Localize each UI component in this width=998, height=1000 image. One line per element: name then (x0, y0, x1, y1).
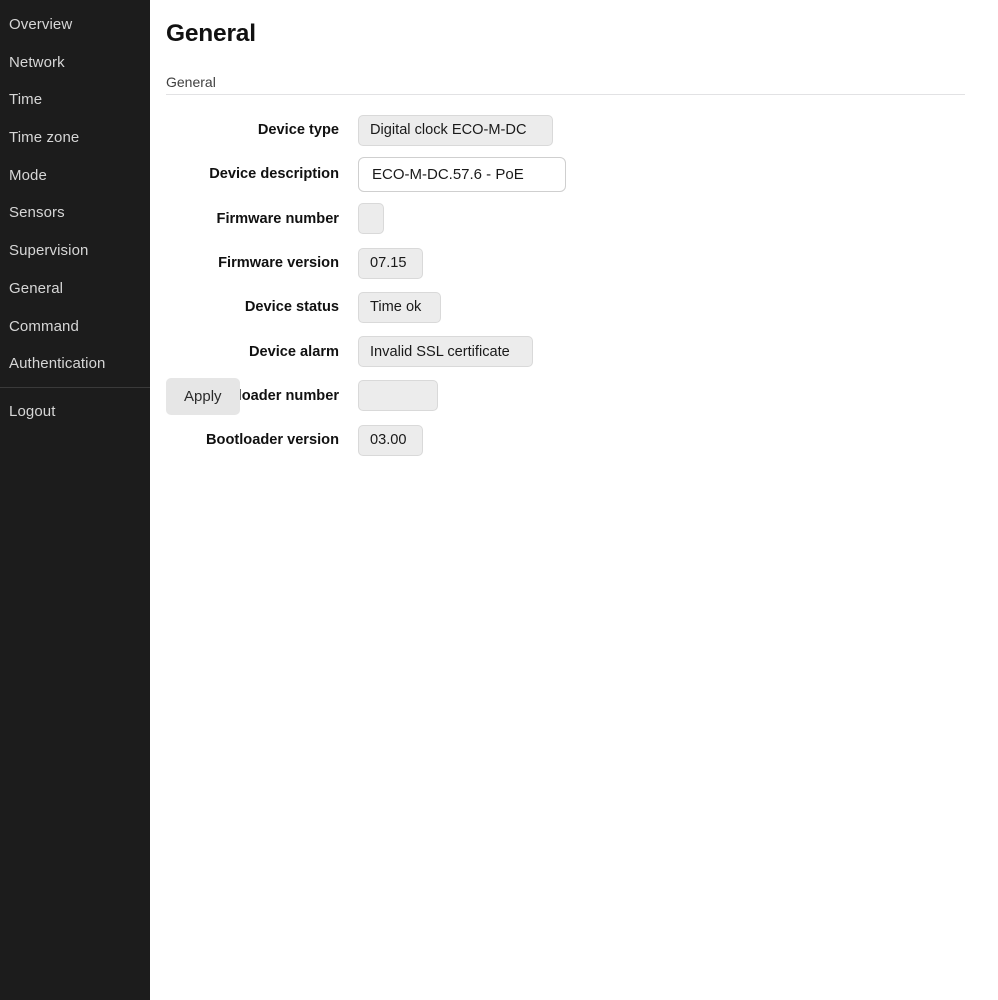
field-label: Device alarm (248, 343, 339, 360)
field-value-device-description[interactable]: ECO-M-DC.57.6 - PoE (358, 156, 566, 192)
sidebar-item-mode[interactable]: Mode (0, 157, 150, 195)
field-label: Device type (257, 122, 339, 139)
form-row: Firmware number (150, 197, 998, 241)
form-actions: Apply (166, 378, 240, 415)
form-row: Bootloader number (150, 374, 998, 418)
field-value-bootloader-number (358, 380, 438, 412)
field-label: Device status (244, 299, 339, 316)
field-value-device-alarm: Invalid SSL certificate (358, 336, 533, 368)
form-row: Device alarm Invalid SSL certificate (150, 329, 998, 373)
section-divider (166, 94, 965, 95)
sidebar-item-sensors[interactable]: Sensors (0, 194, 150, 232)
field-value-bootloader-version: 03.00 (358, 424, 423, 456)
sidebar-item-authentication[interactable]: Authentication (0, 345, 150, 383)
form-row: Bootloader version 03.00 (150, 418, 998, 462)
form-row: Device type Digital clock ECO-M-DC (150, 108, 998, 152)
sidebar-item-network[interactable]: Network (0, 44, 150, 82)
field-value-firmware-number (358, 203, 384, 235)
field-value-device-type: Digital clock ECO-M-DC (358, 114, 553, 146)
sidebar-item-logout[interactable]: Logout (0, 393, 150, 431)
section-label: General (166, 74, 216, 90)
field-value-device-status: Time ok (358, 291, 441, 323)
app-window: Overview Network Time Time zone Mode Sensors S… (0, 0, 998, 1000)
sidebar-item-general[interactable]: General (0, 270, 150, 308)
sidebar-item-overview[interactable]: Overview (0, 6, 150, 44)
sidebar-item-command[interactable]: Command (0, 308, 150, 346)
sidebar-item-list: Overview Network Time Time zone Mode Sensors S… (0, 6, 150, 383)
field-label: Firmware version (218, 255, 339, 272)
apply-button[interactable]: Apply (166, 378, 240, 415)
field-label: Bootloader version (206, 432, 339, 449)
field-label: Firmware number (216, 210, 339, 227)
page-title: General (166, 20, 256, 47)
sidebar-navigation: Overview Network Time Time zone Mode Sensors S… (0, 0, 150, 1000)
sidebar-item-supervision[interactable]: Supervision (0, 232, 150, 270)
sidebar-divider (0, 386, 150, 388)
general-settings-form: Device type Digital clock ECO-M-DC Device … (150, 108, 998, 462)
form-row: Device description ECO-M-DC.57.6 - PoE (150, 152, 998, 196)
sidebar-item-time-zone[interactable]: Time zone (0, 119, 150, 157)
sidebar-item-time[interactable]: Time (0, 81, 150, 119)
main-content: General General Device type Digital clock… (150, 0, 998, 1000)
field-label: Device description (209, 166, 339, 183)
form-row: Device status Time ok (150, 285, 998, 329)
field-value-firmware-version: 07.15 (358, 247, 423, 279)
form-row: Firmware version 07.15 (150, 241, 998, 285)
